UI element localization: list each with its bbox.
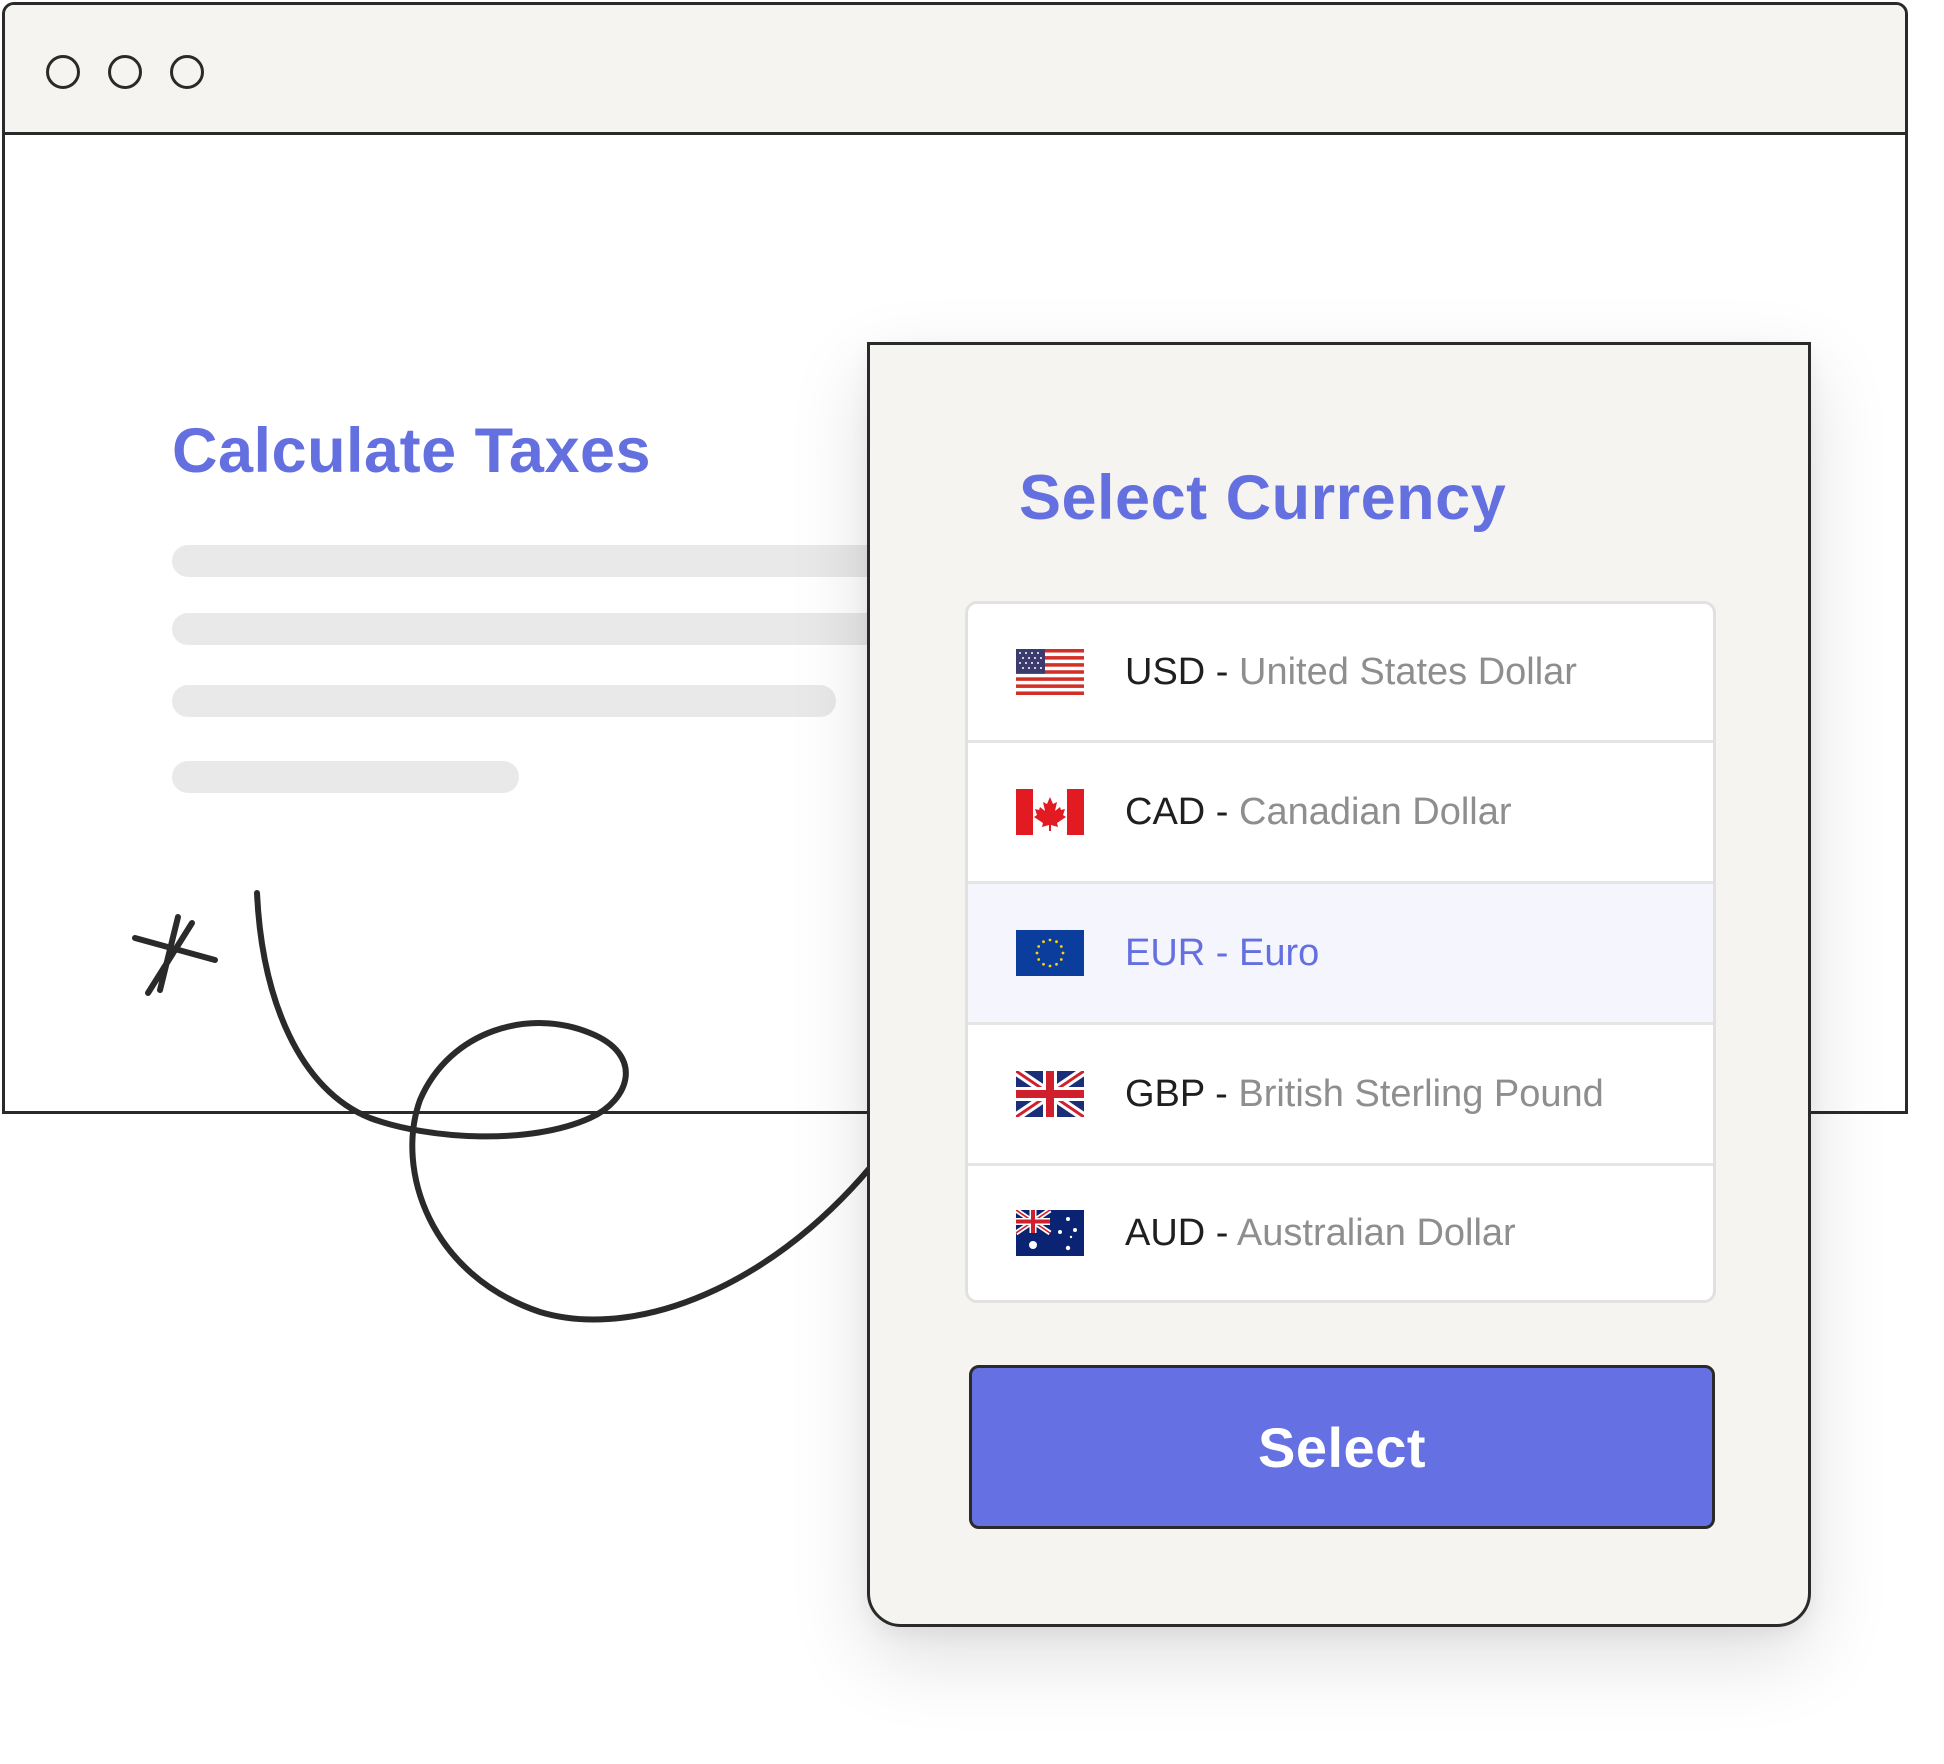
currency-separator: - — [1204, 1072, 1239, 1115]
currency-list: USD - United States Dollar CAD - Canadia… — [965, 601, 1716, 1303]
currency-code: USD — [1125, 650, 1206, 693]
australia-flag-icon — [1016, 1210, 1084, 1256]
asterisk-icon — [132, 914, 218, 996]
currency-label: EUR - Euro — [1125, 932, 1319, 975]
currency-label: CAD - Canadian Dollar — [1125, 791, 1512, 834]
currency-separator: - — [1205, 931, 1240, 974]
currency-name: United States Dollar — [1239, 650, 1577, 693]
currency-name: Euro — [1239, 931, 1320, 974]
currency-option-usd[interactable]: USD - United States Dollar — [968, 604, 1713, 743]
currency-option-cad[interactable]: CAD - Canadian Dollar — [968, 743, 1713, 884]
currency-option-aud[interactable]: AUD - Australian Dollar — [968, 1166, 1713, 1300]
currency-code: AUD — [1125, 1211, 1206, 1254]
currency-code: GBP — [1125, 1072, 1205, 1115]
currency-separator: - — [1205, 1211, 1237, 1254]
currency-label: USD - United States Dollar — [1125, 651, 1577, 694]
scribble-line — [254, 890, 900, 1323]
currency-separator: - — [1205, 790, 1240, 833]
currency-label: GBP - British Sterling Pound — [1125, 1073, 1604, 1116]
currency-name: Australian Dollar — [1236, 1211, 1516, 1254]
uk-flag-icon — [1016, 1071, 1084, 1117]
currency-code: EUR — [1125, 931, 1206, 974]
currency-code: CAD — [1125, 790, 1206, 833]
currency-label: AUD - Australian Dollar — [1125, 1212, 1516, 1255]
eu-flag-icon — [1016, 930, 1084, 976]
currency-modal: Select Currency USD - United States Doll… — [867, 342, 1811, 1627]
modal-title: Select Currency — [1019, 463, 1507, 533]
currency-name: Canadian Dollar — [1239, 790, 1512, 833]
us-flag-icon — [1016, 649, 1084, 695]
currency-option-eur[interactable]: EUR - Euro — [968, 884, 1713, 1025]
currency-option-gbp[interactable]: GBP - British Sterling Pound — [968, 1025, 1713, 1166]
currency-separator: - — [1205, 650, 1240, 693]
canada-flag-icon — [1016, 789, 1084, 835]
currency-name: British Sterling Pound — [1238, 1072, 1604, 1115]
select-button[interactable]: Select — [969, 1365, 1715, 1529]
